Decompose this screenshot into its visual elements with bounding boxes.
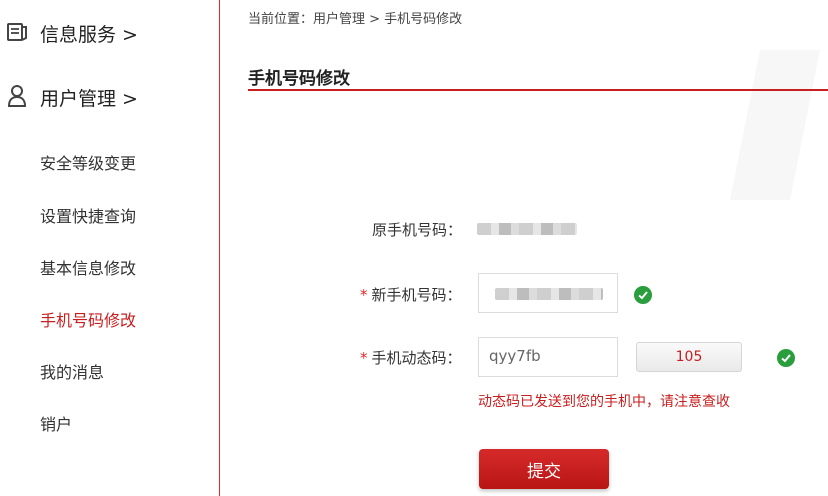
code-label-text: 手机动态码：	[371, 349, 462, 367]
submit-button[interactable]: 提交	[479, 449, 609, 489]
code-sent-hint: 动态码已发送到您的手机中，请注意查收	[478, 394, 730, 410]
code-input-value: qyy7fb	[489, 347, 541, 365]
title-divider	[248, 89, 828, 91]
sidebar: 信息服务 > 用户管理 > 安全等级变更 设置快捷查询 基本信息修改 手机号码修…	[0, 0, 220, 496]
new-phone-label-text: 新手机号码：	[371, 286, 462, 304]
code-input[interactable]: qyy7fb	[478, 337, 618, 377]
background-decoration	[730, 50, 820, 200]
new-phone-input[interactable]	[478, 273, 618, 313]
resend-code-button[interactable]: 105	[636, 342, 742, 372]
old-phone-value-redacted	[477, 223, 577, 235]
required-mark: *	[360, 349, 368, 367]
sidebar-item-phone-change[interactable]: 手机号码修改	[40, 307, 136, 331]
sidebar-section-label: 用户管理 >	[40, 88, 138, 110]
page-title: 手机号码修改	[248, 69, 350, 89]
sidebar-section-label: 信息服务 >	[40, 24, 138, 46]
sidebar-item-security-level[interactable]: 安全等级变更	[40, 150, 136, 174]
sidebar-item-quick-query[interactable]: 设置快捷查询	[40, 203, 136, 227]
new-phone-label: * 新手机号码：	[360, 284, 462, 305]
valid-check-icon	[777, 349, 795, 367]
user-icon	[6, 85, 28, 107]
main-content: 当前位置：用户管理 > 手机号码修改 手机号码修改 原手机号码： * 新手机号码：…	[220, 0, 828, 496]
new-phone-value-redacted	[495, 288, 603, 300]
old-phone-label: 原手机号码：	[372, 221, 463, 239]
valid-check-icon	[634, 286, 652, 304]
code-label: * 手机动态码：	[360, 347, 462, 368]
sidebar-item-close-account[interactable]: 销户	[40, 411, 72, 435]
required-mark: *	[360, 286, 368, 304]
document-icon	[6, 21, 28, 43]
sidebar-item-basic-info[interactable]: 基本信息修改	[40, 255, 136, 279]
sidebar-item-my-messages[interactable]: 我的消息	[40, 359, 104, 383]
breadcrumb: 当前位置：用户管理 > 手机号码修改	[248, 12, 463, 27]
